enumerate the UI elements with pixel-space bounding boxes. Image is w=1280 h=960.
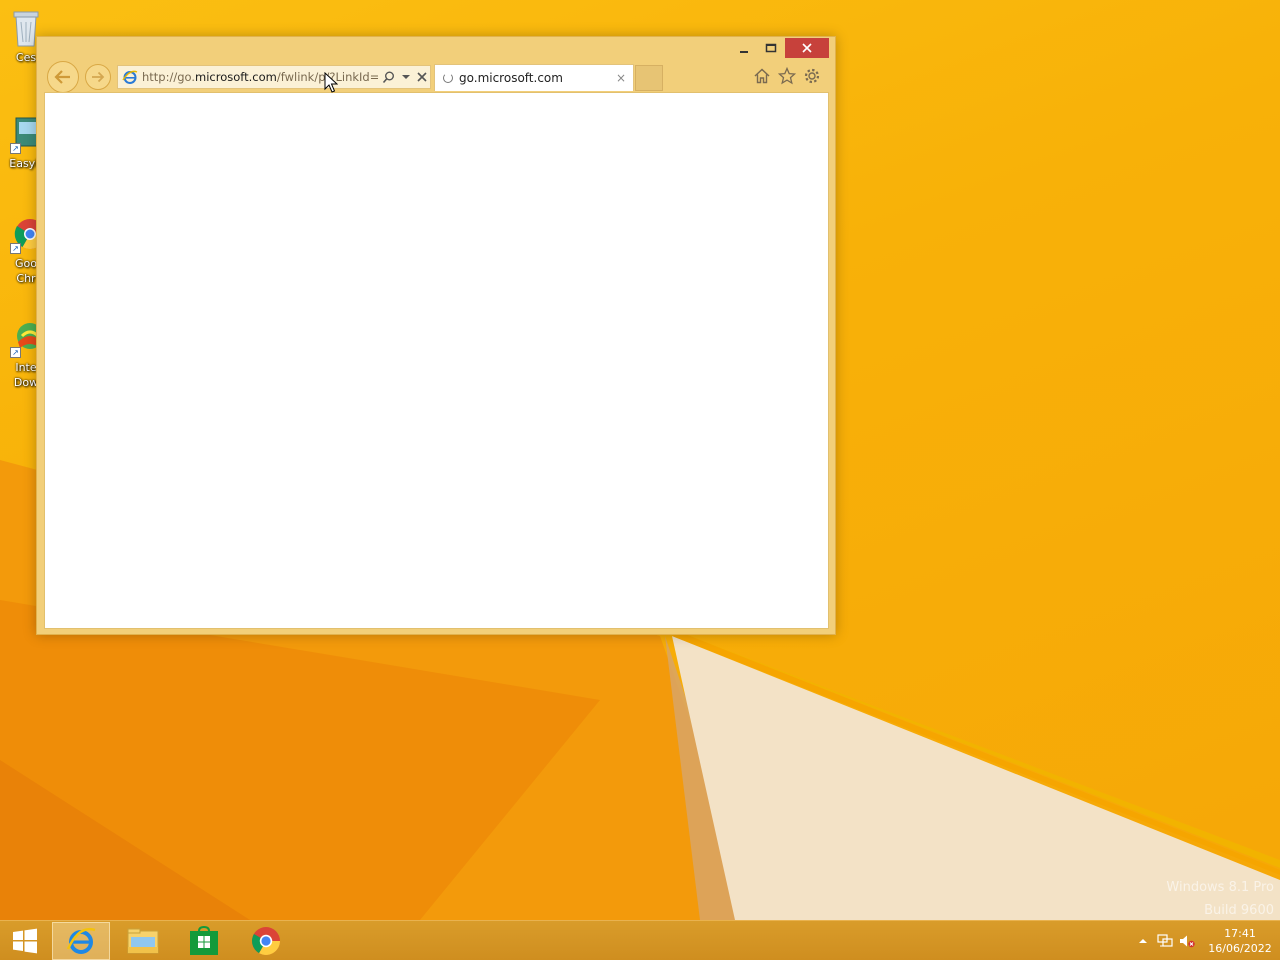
loading-spinner-icon <box>443 73 453 83</box>
close-icon <box>802 43 812 53</box>
taskbar-file-explorer[interactable] <box>114 922 172 960</box>
tab-active[interactable]: go.microsoft.com × <box>434 64 634 91</box>
show-hidden-icons-chevron-icon[interactable] <box>1132 921 1154 960</box>
taskbar-internet-explorer[interactable] <box>52 922 110 960</box>
system-clock[interactable]: 17:41 16/06/2022 <box>1204 926 1276 956</box>
back-arrow-icon <box>54 70 70 84</box>
page-content[interactable] <box>44 92 829 629</box>
minimize-icon <box>740 51 748 53</box>
back-button[interactable] <box>47 61 79 93</box>
watermark-build: Build 9600 <box>1204 903 1274 918</box>
watermark-edition: Windows 8.1 Pro <box>1166 880 1274 895</box>
store-bag-icon <box>190 926 218 955</box>
favorites-star-icon[interactable] <box>776 65 798 87</box>
search-icon[interactable] <box>380 68 396 86</box>
dropdown-arrow-icon[interactable] <box>398 68 414 86</box>
taskbar-google-chrome[interactable] <box>237 922 295 960</box>
shortcut-arrow-icon: ↗ <box>10 347 21 358</box>
home-icon[interactable] <box>751 65 773 87</box>
minimize-button[interactable] <box>731 38 757 58</box>
network-icon[interactable] <box>1154 921 1176 960</box>
clock-date: 16/06/2022 <box>1208 942 1272 955</box>
forward-arrow-icon <box>92 71 105 83</box>
address-bar[interactable]: http://go.microsoft.com/fwlink/p/?LinkId… <box>117 65 431 89</box>
forward-button[interactable] <box>85 64 111 90</box>
tab-title: go.microsoft.com <box>459 71 563 85</box>
new-tab-button[interactable] <box>635 65 663 91</box>
file-explorer-icon <box>127 928 159 954</box>
mouse-cursor-icon <box>324 72 338 93</box>
ie-page-icon <box>122 70 138 84</box>
clock-time: 17:41 <box>1224 927 1256 940</box>
volume-muted-icon[interactable] <box>1176 921 1198 960</box>
address-url[interactable]: http://go.microsoft.com/fwlink/p/?LinkId… <box>142 70 378 84</box>
internet-explorer-window[interactable]: http://go.microsoft.com/fwlink/p/?LinkId… <box>36 36 836 635</box>
windows-version-watermark: Windows 8.1 Pro Build 9600 <box>1166 876 1274 922</box>
internet-explorer-icon <box>66 927 96 954</box>
windows-logo-icon <box>13 928 37 954</box>
gear-icon[interactable] <box>801 65 823 87</box>
stop-icon[interactable] <box>414 68 430 86</box>
maximize-icon <box>765 43 777 53</box>
start-button[interactable] <box>0 922 50 960</box>
taskbar: 17:41 16/06/2022 <box>0 920 1280 960</box>
maximize-button[interactable] <box>757 38 785 58</box>
shortcut-arrow-icon: ↗ <box>10 243 21 254</box>
tab-close-icon[interactable]: × <box>613 71 629 85</box>
close-button[interactable] <box>785 38 829 58</box>
chrome-icon <box>252 927 280 955</box>
shortcut-arrow-icon: ↗ <box>10 143 21 154</box>
system-tray: 17:41 16/06/2022 <box>1132 921 1280 960</box>
taskbar-windows-store[interactable] <box>175 922 233 960</box>
